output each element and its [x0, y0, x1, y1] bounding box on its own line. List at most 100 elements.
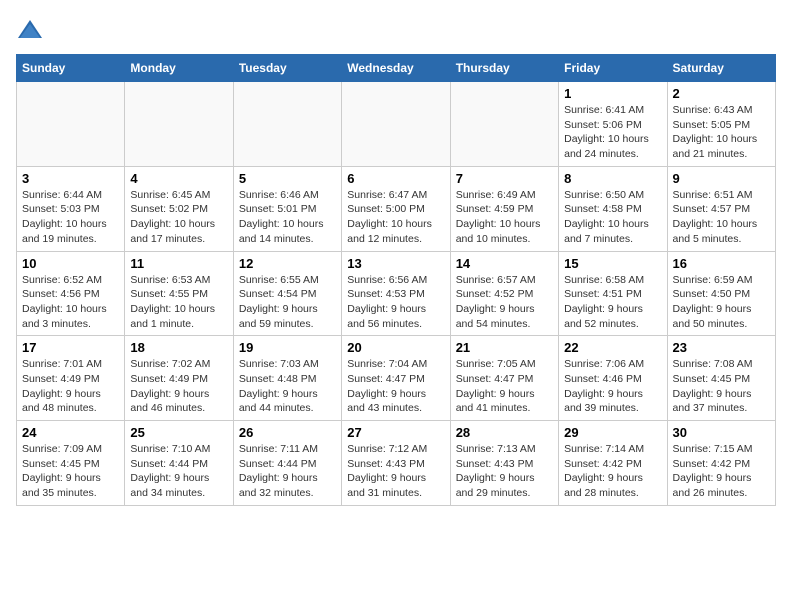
day-number: 18 [130, 340, 227, 355]
day-info: Sunrise: 7:11 AM Sunset: 4:44 PM Dayligh… [239, 442, 336, 501]
day-info: Sunrise: 7:03 AM Sunset: 4:48 PM Dayligh… [239, 357, 336, 416]
day-number: 13 [347, 256, 444, 271]
calendar-cell [125, 82, 233, 167]
day-number: 15 [564, 256, 661, 271]
day-number: 26 [239, 425, 336, 440]
calendar-header-row: SundayMondayTuesdayWednesdayThursdayFrid… [17, 55, 776, 82]
logo [16, 16, 48, 44]
day-info: Sunrise: 6:52 AM Sunset: 4:56 PM Dayligh… [22, 273, 119, 332]
calendar-cell: 8 Sunrise: 6:50 AM Sunset: 4:58 PM Daylig… [559, 166, 667, 251]
calendar-cell: 27 Sunrise: 7:12 AM Sunset: 4:43 PM Dayli… [342, 421, 450, 506]
header-monday: Monday [125, 55, 233, 82]
day-info: Sunrise: 6:47 AM Sunset: 5:00 PM Dayligh… [347, 188, 444, 247]
calendar-cell: 26 Sunrise: 7:11 AM Sunset: 4:44 PM Dayli… [233, 421, 341, 506]
calendar-table: SundayMondayTuesdayWednesdayThursdayFrid… [16, 54, 776, 506]
day-info: Sunrise: 6:53 AM Sunset: 4:55 PM Dayligh… [130, 273, 227, 332]
day-info: Sunrise: 7:05 AM Sunset: 4:47 PM Dayligh… [456, 357, 553, 416]
day-info: Sunrise: 7:12 AM Sunset: 4:43 PM Dayligh… [347, 442, 444, 501]
calendar-cell: 16 Sunrise: 6:59 AM Sunset: 4:50 PM Dayli… [667, 251, 775, 336]
day-number: 28 [456, 425, 553, 440]
day-number: 7 [456, 171, 553, 186]
day-info: Sunrise: 6:44 AM Sunset: 5:03 PM Dayligh… [22, 188, 119, 247]
calendar-cell: 10Sunrise: 6:52 AM Sunset: 4:56 PM Dayli… [17, 251, 125, 336]
calendar-cell: 11 Sunrise: 6:53 AM Sunset: 4:55 PM Dayli… [125, 251, 233, 336]
calendar-cell: 18 Sunrise: 7:02 AM Sunset: 4:49 PM Dayli… [125, 336, 233, 421]
day-info: Sunrise: 7:01 AM Sunset: 4:49 PM Dayligh… [22, 357, 119, 416]
day-info: Sunrise: 7:14 AM Sunset: 4:42 PM Dayligh… [564, 442, 661, 501]
header-saturday: Saturday [667, 55, 775, 82]
calendar-cell: 24 Sunrise: 7:09 AM Sunset: 4:45 PM Dayli… [17, 421, 125, 506]
calendar-cell: 4 Sunrise: 6:45 AM Sunset: 5:02 PM Daylig… [125, 166, 233, 251]
day-info: Sunrise: 7:15 AM Sunset: 4:42 PM Dayligh… [673, 442, 770, 501]
header-thursday: Thursday [450, 55, 558, 82]
calendar-cell: 21 Sunrise: 7:05 AM Sunset: 4:47 PM Dayli… [450, 336, 558, 421]
day-info: Sunrise: 6:51 AM Sunset: 4:57 PM Dayligh… [673, 188, 770, 247]
day-info: Sunrise: 6:57 AM Sunset: 4:52 PM Dayligh… [456, 273, 553, 332]
day-number: 1 [564, 86, 661, 101]
calendar-body: 1 Sunrise: 6:41 AM Sunset: 5:06 PM Daylig… [17, 82, 776, 506]
header-tuesday: Tuesday [233, 55, 341, 82]
calendar-cell: 19Sunrise: 7:03 AM Sunset: 4:48 PM Dayli… [233, 336, 341, 421]
calendar-cell: 7Sunrise: 6:49 AM Sunset: 4:59 PM Daylig… [450, 166, 558, 251]
calendar-cell: 20Sunrise: 7:04 AM Sunset: 4:47 PM Dayli… [342, 336, 450, 421]
calendar-cell [17, 82, 125, 167]
day-info: Sunrise: 7:09 AM Sunset: 4:45 PM Dayligh… [22, 442, 119, 501]
calendar-cell: 22 Sunrise: 7:06 AM Sunset: 4:46 PM Dayli… [559, 336, 667, 421]
day-number: 17 [22, 340, 119, 355]
day-number: 8 [564, 171, 661, 186]
calendar-cell: 5 Sunrise: 6:46 AM Sunset: 5:01 PM Daylig… [233, 166, 341, 251]
day-number: 6 [347, 171, 444, 186]
day-info: Sunrise: 6:59 AM Sunset: 4:50 PM Dayligh… [673, 273, 770, 332]
logo-icon [16, 16, 44, 44]
calendar-cell: 28 Sunrise: 7:13 AM Sunset: 4:43 PM Dayli… [450, 421, 558, 506]
day-number: 20 [347, 340, 444, 355]
page-header [16, 16, 776, 44]
week-row-3: 10Sunrise: 6:52 AM Sunset: 4:56 PM Dayli… [17, 251, 776, 336]
day-info: Sunrise: 7:08 AM Sunset: 4:45 PM Dayligh… [673, 357, 770, 416]
calendar-cell [450, 82, 558, 167]
day-number: 11 [130, 256, 227, 271]
day-info: Sunrise: 6:50 AM Sunset: 4:58 PM Dayligh… [564, 188, 661, 247]
day-number: 25 [130, 425, 227, 440]
calendar-cell: 29 Sunrise: 7:14 AM Sunset: 4:42 PM Dayli… [559, 421, 667, 506]
day-info: Sunrise: 7:13 AM Sunset: 4:43 PM Dayligh… [456, 442, 553, 501]
calendar-cell: 14 Sunrise: 6:57 AM Sunset: 4:52 PM Dayli… [450, 251, 558, 336]
day-info: Sunrise: 7:06 AM Sunset: 4:46 PM Dayligh… [564, 357, 661, 416]
day-number: 14 [456, 256, 553, 271]
day-number: 5 [239, 171, 336, 186]
calendar-cell [233, 82, 341, 167]
header-sunday: Sunday [17, 55, 125, 82]
day-info: Sunrise: 6:45 AM Sunset: 5:02 PM Dayligh… [130, 188, 227, 247]
calendar-cell: 30Sunrise: 7:15 AM Sunset: 4:42 PM Dayli… [667, 421, 775, 506]
day-number: 2 [673, 86, 770, 101]
calendar-cell: 17 Sunrise: 7:01 AM Sunset: 4:49 PM Dayli… [17, 336, 125, 421]
day-info: Sunrise: 6:41 AM Sunset: 5:06 PM Dayligh… [564, 103, 661, 162]
calendar-cell: 6 Sunrise: 6:47 AM Sunset: 5:00 PM Daylig… [342, 166, 450, 251]
calendar-cell: 2Sunrise: 6:43 AM Sunset: 5:05 PM Daylig… [667, 82, 775, 167]
day-number: 27 [347, 425, 444, 440]
day-number: 3 [22, 171, 119, 186]
day-number: 12 [239, 256, 336, 271]
week-row-1: 1 Sunrise: 6:41 AM Sunset: 5:06 PM Daylig… [17, 82, 776, 167]
calendar-cell: 1 Sunrise: 6:41 AM Sunset: 5:06 PM Daylig… [559, 82, 667, 167]
day-number: 4 [130, 171, 227, 186]
day-info: Sunrise: 7:02 AM Sunset: 4:49 PM Dayligh… [130, 357, 227, 416]
day-info: Sunrise: 6:58 AM Sunset: 4:51 PM Dayligh… [564, 273, 661, 332]
day-number: 24 [22, 425, 119, 440]
day-number: 9 [673, 171, 770, 186]
day-info: Sunrise: 7:10 AM Sunset: 4:44 PM Dayligh… [130, 442, 227, 501]
calendar-cell: 9 Sunrise: 6:51 AM Sunset: 4:57 PM Daylig… [667, 166, 775, 251]
day-number: 16 [673, 256, 770, 271]
week-row-5: 24 Sunrise: 7:09 AM Sunset: 4:45 PM Dayli… [17, 421, 776, 506]
day-number: 21 [456, 340, 553, 355]
calendar-cell: 25 Sunrise: 7:10 AM Sunset: 4:44 PM Dayli… [125, 421, 233, 506]
day-info: Sunrise: 6:55 AM Sunset: 4:54 PM Dayligh… [239, 273, 336, 332]
header-friday: Friday [559, 55, 667, 82]
day-info: Sunrise: 6:56 AM Sunset: 4:53 PM Dayligh… [347, 273, 444, 332]
calendar-cell: 3 Sunrise: 6:44 AM Sunset: 5:03 PM Daylig… [17, 166, 125, 251]
day-number: 29 [564, 425, 661, 440]
week-row-2: 3 Sunrise: 6:44 AM Sunset: 5:03 PM Daylig… [17, 166, 776, 251]
day-info: Sunrise: 6:46 AM Sunset: 5:01 PM Dayligh… [239, 188, 336, 247]
day-number: 22 [564, 340, 661, 355]
calendar-cell: 13 Sunrise: 6:56 AM Sunset: 4:53 PM Dayli… [342, 251, 450, 336]
